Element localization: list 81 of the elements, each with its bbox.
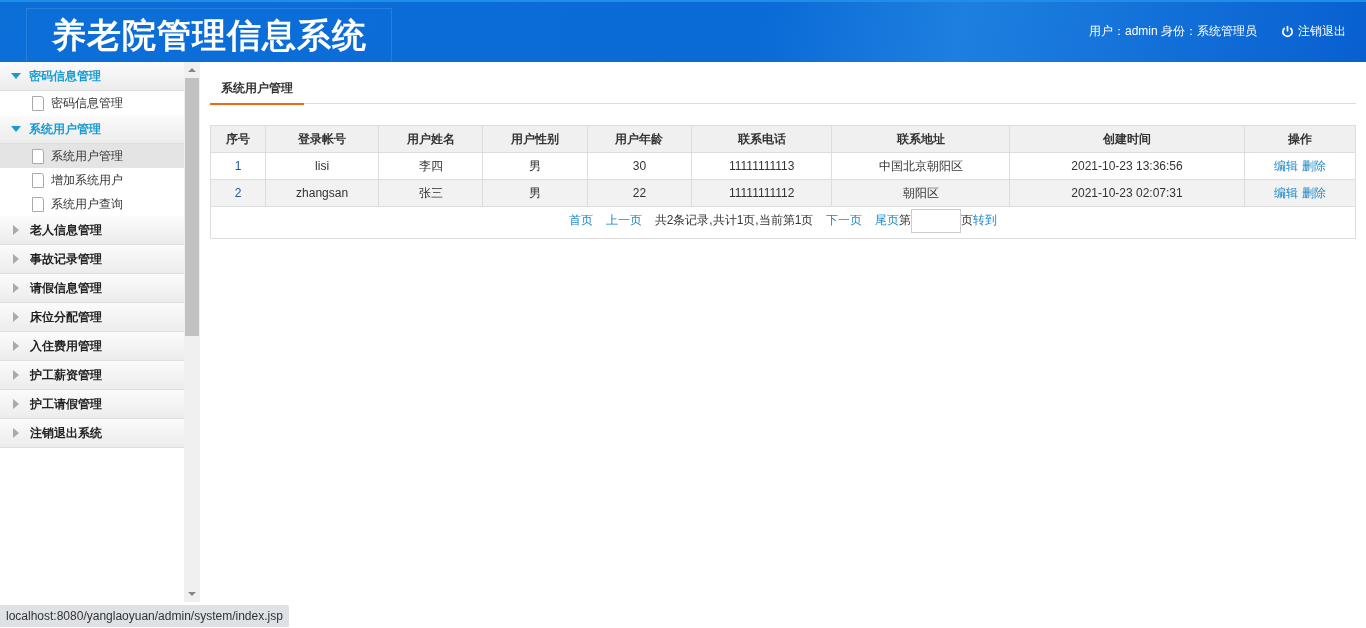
caret-right-icon [13,399,19,409]
table-cell: 男 [482,179,588,207]
menu-item[interactable]: 增加系统用户 [0,168,184,192]
table-cell: 李四 [378,152,483,180]
menu-group[interactable]: 老人信息管理 [0,216,184,245]
power-icon [1281,24,1294,38]
document-icon [32,196,44,212]
column-header: 用户性别 [482,125,588,153]
status-url: localhost:8080/yanglaoyuan/admin/system/index.jsp [0,605,289,627]
column-header: 创建时间 [1009,125,1245,153]
menu-group-label: 床位分配管理 [30,308,102,326]
column-header: 联系地址 [831,125,1010,153]
menu-group[interactable]: 注销退出系统 [0,419,184,448]
table-cell: lisi [265,152,379,180]
page-suffix: 页 [961,213,974,228]
menu-item[interactable]: 系统用户管理 [0,144,184,168]
go-link[interactable]: 转到 [973,213,998,228]
menu-item[interactable]: 系统用户查询 [0,192,184,216]
caret-right-icon [13,254,19,264]
scrollbar[interactable] [184,62,200,602]
delete-link[interactable]: 删除 [1301,158,1326,173]
table-cell: 朝阳区 [831,179,1010,207]
caret-right-icon [13,341,19,351]
table-cell: 2 [210,179,266,207]
column-header: 操作 [1244,125,1356,153]
menu-group-label: 事故记录管理 [30,250,102,268]
table-cell: 1 [210,152,266,180]
table-cell: 2021-10-23 13:36:56 [1009,152,1245,180]
menu-group[interactable]: 床位分配管理 [0,303,184,332]
menu-group-label: 密码信息管理 [29,67,101,85]
menu-group-label: 系统用户管理 [29,120,101,138]
page-prefix: 第 [899,213,912,228]
caret-down-icon [11,126,21,132]
caret-right-icon [13,312,19,322]
document-icon [32,148,44,164]
user-info: 用户：admin 身份：系统管理员 [1088,22,1257,40]
column-header: 用户年龄 [587,125,692,153]
menu-group[interactable]: 请假信息管理 [0,274,184,303]
table-cell: 张三 [378,179,483,207]
document-icon [32,95,44,111]
menu-group-label: 护工薪资管理 [30,366,102,384]
table-cell: 中国北京朝阳区 [831,152,1010,180]
next-page-link[interactable]: 下一页 [826,213,863,228]
table-cell: zhangsan [265,179,379,207]
table-cell: 2021-10-23 02:07:31 [1009,179,1245,207]
caret-down-icon [11,73,21,79]
edit-link[interactable]: 编辑 [1274,158,1299,173]
menu-group[interactable]: 事故记录管理 [0,245,184,274]
caret-right-icon [13,225,19,235]
menu-group[interactable]: 护工请假管理 [0,390,184,419]
column-header: 联系电话 [691,125,832,153]
column-header: 用户姓名 [378,125,483,153]
table-cell: 11111111113 [691,152,832,180]
edit-link[interactable]: 编辑 [1274,185,1299,200]
menu-group-label: 护工请假管理 [30,395,102,413]
column-header: 登录帐号 [265,125,379,153]
menu-item[interactable]: 密码信息管理 [0,91,184,115]
menu-group[interactable]: 护工薪资管理 [0,361,184,390]
menu-group-label: 老人信息管理 [30,221,102,239]
table-cell: 22 [587,179,692,207]
table-cell: 11111111112 [691,179,832,207]
page-input[interactable] [911,209,962,233]
menu-group[interactable]: 入住费用管理 [0,332,184,361]
page-summary: 共2条记录,共计1页,当前第1页 [654,213,814,228]
caret-right-icon [13,370,19,380]
caret-right-icon [13,428,19,438]
table-cell: 30 [587,152,692,180]
logout-link[interactable]: 注销退出 [1281,22,1346,40]
tab[interactable]: 系统用户管理 [210,74,304,105]
app-title: 养老院管理信息系统 [51,14,367,56]
delete-link[interactable]: 删除 [1301,185,1326,200]
menu-group-label: 注销退出系统 [30,424,102,442]
document-icon [32,172,44,188]
last-page-link[interactable]: 尾页 [875,213,900,228]
table-cell: 男 [482,152,588,180]
first-page-link[interactable]: 首页 [568,213,593,228]
menu-group-label: 入住费用管理 [30,337,102,355]
menu-group-label: 请假信息管理 [30,279,102,297]
column-header: 序号 [210,125,266,153]
caret-right-icon [13,283,19,293]
prev-page-link[interactable]: 上一页 [605,213,642,228]
